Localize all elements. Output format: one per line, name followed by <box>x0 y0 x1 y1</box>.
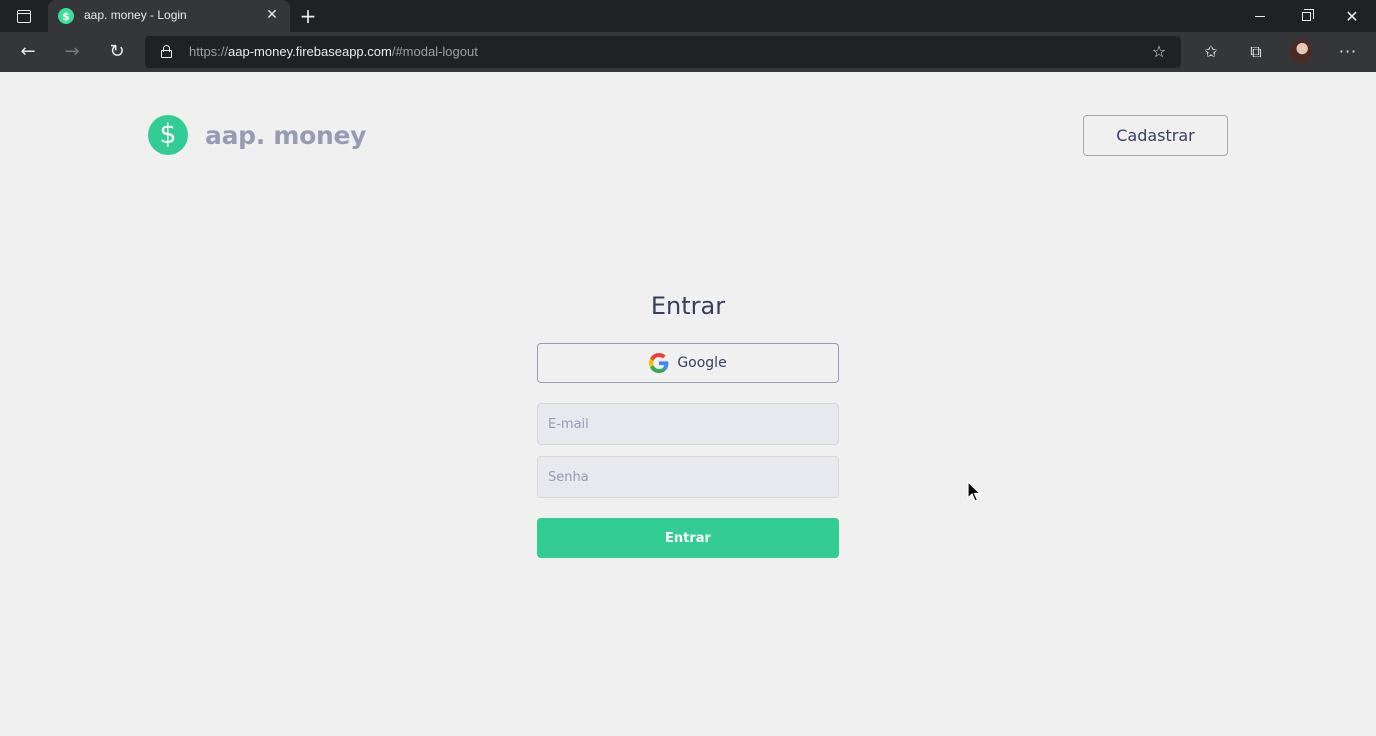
tab-favicon-icon: $ <box>58 8 74 24</box>
window-minimize-icon[interactable] <box>1237 0 1283 32</box>
mouse-cursor-icon <box>967 481 981 502</box>
email-field[interactable] <box>537 403 839 445</box>
dollar-logo-icon: $ <box>148 115 188 155</box>
logo-text: aap. money <box>205 120 367 150</box>
forward-arrow-icon[interactable]: → <box>58 38 86 66</box>
reload-icon[interactable]: ↻ <box>103 38 131 66</box>
tab-title: aap. money - Login <box>84 8 187 22</box>
browser-tab[interactable]: $ aap. money - Login ✕ <box>48 0 290 32</box>
add-favorite-star-icon[interactable]: ☆ <box>1149 42 1169 62</box>
lock-icon[interactable] <box>161 45 172 58</box>
url-host: aap-money.firebaseapp.com <box>228 44 392 59</box>
signup-button[interactable]: Cadastrar <box>1083 115 1228 156</box>
login-submit-button[interactable]: Entrar <box>537 518 839 558</box>
window-close-icon[interactable]: ✕ <box>1329 0 1375 32</box>
url-text[interactable]: https://aap-money.firebaseapp.com/#modal… <box>189 44 478 59</box>
url-prefix: https:// <box>189 44 229 59</box>
browser-toolbar: ← → ↻ https://aap-money.firebaseapp.com/… <box>0 32 1376 72</box>
favorites-icon[interactable]: ✩ <box>1199 40 1223 64</box>
tab-actions-icon[interactable] <box>10 6 38 26</box>
more-options-icon[interactable]: ··· <box>1336 40 1360 64</box>
login-form: Entrar Google Entrar <box>537 292 839 558</box>
collections-icon[interactable]: ⧉ <box>1244 40 1268 64</box>
window-restore-icon[interactable] <box>1283 0 1329 32</box>
back-arrow-icon[interactable]: ← <box>14 38 42 66</box>
logo[interactable]: $ aap. money <box>148 115 366 155</box>
page-content: $ aap. money Cadastrar Entrar Google Ent… <box>0 72 1376 736</box>
google-login-button[interactable]: Google <box>537 343 839 383</box>
address-bar[interactable]: https://aap-money.firebaseapp.com/#modal… <box>145 36 1181 68</box>
login-title: Entrar <box>650 292 726 320</box>
google-icon <box>649 353 669 373</box>
new-tab-plus-icon[interactable]: + <box>296 4 320 28</box>
google-label: Google <box>677 355 727 371</box>
tab-close-icon[interactable]: ✕ <box>264 7 280 23</box>
url-path: /#modal-logout <box>391 44 478 59</box>
profile-avatar[interactable] <box>1289 39 1313 63</box>
browser-tab-bar: $ aap. money - Login ✕ + ✕ <box>0 0 1376 32</box>
password-field[interactable] <box>537 456 839 498</box>
